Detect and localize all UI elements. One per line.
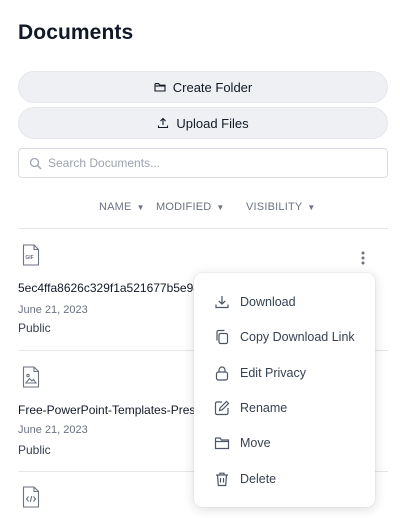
upload-files-label: Upload Files	[176, 115, 249, 131]
caret-down-icon: ▼	[216, 202, 225, 212]
search-box[interactable]	[18, 148, 388, 178]
menu-item-rename[interactable]: Rename	[194, 393, 375, 423]
file-modified: June 21, 2023	[18, 304, 88, 316]
context-menu: Download Copy Download Link Edit Privacy…	[194, 273, 375, 507]
create-folder-label: Create Folder	[172, 79, 253, 95]
file-visibility: Public	[18, 443, 51, 457]
sort-by-visibility[interactable]: VISIBILITY ▼	[246, 201, 316, 213]
gif-file-icon: GIF	[22, 244, 40, 266]
column-headers: NAME ▼ MODIFIED ▼ VISIBILITY ▼	[0, 201, 400, 215]
menu-item-label: Edit Privacy	[240, 366, 306, 380]
lock-icon	[215, 366, 229, 381]
folder-icon	[154, 83, 166, 92]
search-icon	[29, 157, 42, 169]
file-visibility: Public	[18, 321, 51, 335]
upload-files-button[interactable]: Upload Files	[18, 107, 388, 139]
menu-item-edit-privacy[interactable]: Edit Privacy	[194, 358, 375, 388]
column-name-label: NAME	[99, 201, 132, 213]
menu-item-label: Download	[240, 295, 296, 309]
column-modified-label: MODIFIED	[156, 201, 212, 213]
svg-text:GIF: GIF	[25, 255, 33, 261]
menu-item-delete[interactable]: Delete	[194, 464, 375, 494]
file-name[interactable]: 5ec4ffa8626c329f1a521677b5e98	[18, 281, 198, 295]
caret-down-icon: ▼	[307, 202, 316, 212]
menu-item-move[interactable]: Move	[194, 428, 375, 458]
copy-icon	[216, 329, 229, 345]
file-modified: June 21, 2023	[18, 424, 88, 436]
file-name[interactable]: Free-PowerPoint-Templates-Pres	[18, 403, 198, 417]
edit-icon	[214, 400, 230, 416]
caret-down-icon: ▼	[136, 202, 145, 212]
code-file-icon	[22, 486, 40, 508]
create-folder-button[interactable]: Create Folder	[18, 71, 388, 103]
menu-item-label: Move	[240, 436, 271, 450]
menu-item-label: Rename	[240, 401, 288, 415]
image-file-icon	[22, 366, 40, 388]
search-input[interactable]	[48, 156, 368, 170]
upload-icon	[158, 117, 169, 129]
menu-item-download[interactable]: Download	[194, 287, 375, 317]
download-icon	[215, 296, 229, 309]
column-visibility-label: VISIBILITY	[246, 201, 303, 213]
trash-icon	[216, 472, 228, 487]
sort-by-modified[interactable]: MODIFIED ▼	[156, 201, 225, 213]
sort-by-name[interactable]: NAME ▼	[99, 201, 145, 213]
folder-icon	[214, 437, 230, 450]
more-options-icon[interactable]	[356, 250, 370, 266]
menu-item-copy-download-link[interactable]: Copy Download Link	[194, 322, 375, 352]
page-title: Documents	[18, 21, 134, 44]
menu-item-label: Delete	[240, 472, 277, 486]
menu-item-label: Copy Download Link	[240, 330, 355, 344]
